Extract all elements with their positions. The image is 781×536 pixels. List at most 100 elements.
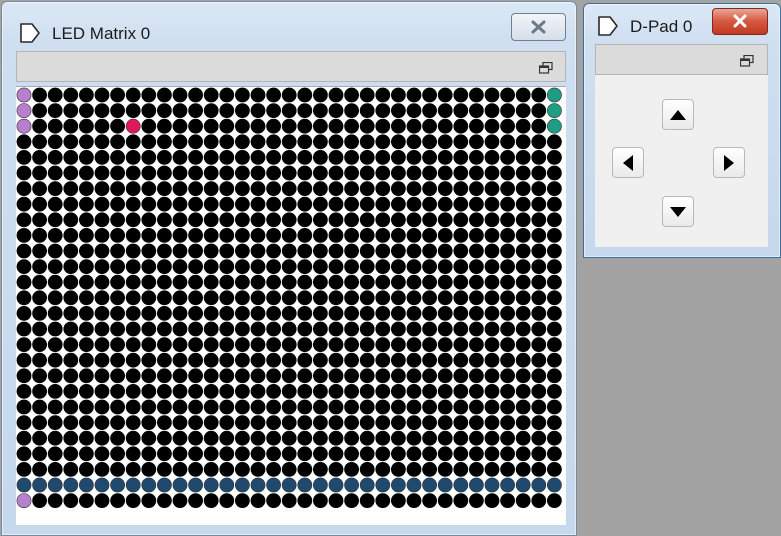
led-off[interactable] [515, 118, 531, 134]
led-off[interactable] [234, 243, 250, 259]
led-off[interactable] [437, 87, 453, 103]
led-off[interactable] [390, 243, 406, 259]
led-off[interactable] [484, 305, 500, 321]
led-off[interactable] [281, 321, 297, 337]
led-off[interactable] [359, 87, 375, 103]
led-off[interactable] [234, 446, 250, 462]
led-off[interactable] [125, 196, 141, 212]
led-off[interactable] [422, 305, 437, 321]
led-off[interactable] [468, 196, 484, 212]
led-off[interactable] [468, 352, 484, 368]
led-off[interactable] [47, 321, 63, 337]
led-off[interactable] [234, 461, 250, 477]
led-off[interactable] [297, 383, 313, 399]
led-off[interactable] [281, 274, 297, 290]
led-lit[interactable] [312, 477, 328, 493]
led-off[interactable] [422, 290, 437, 306]
led-off[interactable] [344, 259, 359, 274]
led-off[interactable] [437, 446, 453, 462]
led-off[interactable] [219, 181, 235, 196]
led-off[interactable] [16, 150, 32, 165]
led-off[interactable] [328, 368, 344, 384]
led-off[interactable] [297, 181, 313, 196]
led-off[interactable] [328, 446, 344, 462]
led-off[interactable] [250, 399, 266, 415]
led-off[interactable] [250, 352, 266, 368]
led-off[interactable] [266, 383, 281, 399]
led-off[interactable] [547, 446, 562, 462]
led-off[interactable] [375, 290, 391, 306]
led-off[interactable] [79, 337, 94, 352]
led-off[interactable] [156, 165, 172, 181]
led-lit[interactable] [547, 103, 562, 118]
led-off[interactable] [375, 461, 391, 477]
led-off[interactable] [468, 212, 484, 228]
led-off[interactable] [188, 259, 203, 274]
led-off[interactable] [531, 274, 547, 290]
led-off[interactable] [328, 493, 344, 508]
led-off[interactable] [63, 274, 79, 290]
led-off[interactable] [359, 399, 375, 415]
led-off[interactable] [500, 134, 515, 150]
led-off[interactable] [203, 415, 219, 430]
led-off[interactable] [375, 321, 391, 337]
led-off[interactable] [484, 383, 500, 399]
led-lit[interactable] [437, 477, 453, 493]
led-off[interactable] [94, 430, 110, 446]
led-off[interactable] [203, 305, 219, 321]
led-off[interactable] [125, 493, 141, 508]
led-off[interactable] [234, 181, 250, 196]
led-off[interactable] [16, 305, 32, 321]
led-off[interactable] [422, 461, 437, 477]
led-off[interactable] [312, 321, 328, 337]
led-off[interactable] [16, 399, 32, 415]
led-off[interactable] [359, 181, 375, 196]
led-off[interactable] [172, 368, 188, 384]
led-off[interactable] [297, 227, 313, 243]
led-off[interactable] [437, 461, 453, 477]
led-off[interactable] [484, 399, 500, 415]
led-off[interactable] [110, 259, 125, 274]
led-off[interactable] [125, 430, 141, 446]
led-off[interactable] [437, 150, 453, 165]
led-off[interactable] [234, 290, 250, 306]
led-off[interactable] [125, 274, 141, 290]
led-off[interactable] [203, 461, 219, 477]
led-off[interactable] [234, 493, 250, 508]
led-off[interactable] [16, 181, 32, 196]
led-off[interactable] [172, 165, 188, 181]
led-off[interactable] [453, 212, 469, 228]
led-off[interactable] [234, 259, 250, 274]
led-off[interactable] [94, 383, 110, 399]
led-off[interactable] [484, 196, 500, 212]
led-off[interactable] [63, 321, 79, 337]
led-off[interactable] [203, 243, 219, 259]
led-off[interactable] [468, 446, 484, 462]
led-off[interactable] [484, 290, 500, 306]
led-off[interactable] [266, 290, 281, 306]
led-off[interactable] [515, 259, 531, 274]
led-off[interactable] [47, 181, 63, 196]
led-off[interactable] [437, 368, 453, 384]
led-off[interactable] [281, 446, 297, 462]
led-off[interactable] [79, 259, 94, 274]
led-off[interactable] [32, 103, 47, 118]
led-off[interactable] [406, 103, 422, 118]
led-off[interactable] [500, 227, 515, 243]
dpad-right-button[interactable] [713, 147, 745, 178]
led-off[interactable] [234, 337, 250, 352]
led-off[interactable] [250, 290, 266, 306]
led-off[interactable] [250, 165, 266, 181]
led-off[interactable] [141, 212, 157, 228]
led-off[interactable] [63, 181, 79, 196]
led-off[interactable] [16, 368, 32, 384]
led-off[interactable] [375, 259, 391, 274]
led-off[interactable] [547, 212, 562, 228]
led-off[interactable] [500, 165, 515, 181]
led-off[interactable] [141, 118, 157, 134]
led-off[interactable] [297, 321, 313, 337]
led-off[interactable] [219, 212, 235, 228]
led-off[interactable] [468, 259, 484, 274]
led-lit[interactable] [172, 477, 188, 493]
led-off[interactable] [32, 461, 47, 477]
